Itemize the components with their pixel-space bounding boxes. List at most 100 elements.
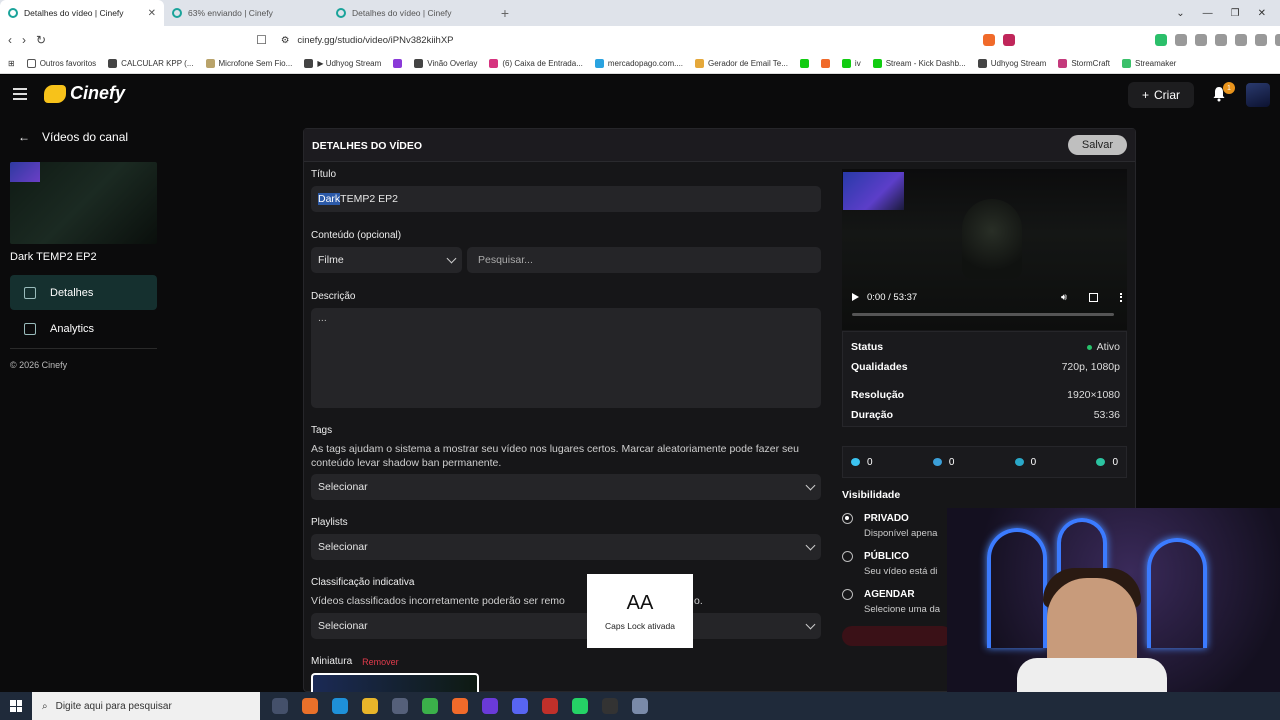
forward-icon[interactable]: › <box>22 33 26 47</box>
restore-icon[interactable]: ❐ <box>1231 8 1240 19</box>
content-type-select[interactable]: Filme <box>311 247 462 273</box>
volume-icon[interactable]: 🔊︎ <box>1061 292 1067 303</box>
radio-schedule[interactable] <box>842 589 853 600</box>
bookmark-item[interactable]: Vinão Overlay <box>414 59 477 68</box>
brave-icon[interactable] <box>452 698 468 714</box>
back-icon[interactable]: ‹ <box>8 33 12 47</box>
bookmark-item[interactable]: Outros favoritos <box>26 59 96 68</box>
bookmark-item[interactable]: ▶ Udhyog Stream <box>304 59 381 68</box>
file-explorer-icon[interactable] <box>362 698 378 714</box>
description-label: Descrição <box>311 291 356 302</box>
tab-search-icon[interactable]: ⌄ <box>1176 8 1184 19</box>
voicemeeter-icon[interactable] <box>542 698 558 714</box>
browser-tab-active[interactable]: Detalhes do vídeo | Cinefy ✕ <box>0 0 164 26</box>
back-to-channel-videos-link[interactable]: ← Vídeos do canal <box>18 130 128 144</box>
bookmark-item[interactable]: Udhyog Stream <box>977 59 1046 68</box>
ai-icon[interactable] <box>1254 34 1267 46</box>
play-icon[interactable] <box>852 293 859 301</box>
app-icon[interactable] <box>632 698 648 714</box>
site-info-icon[interactable]: ⚙ <box>281 35 290 46</box>
close-window-icon[interactable]: ✕ <box>1258 8 1266 19</box>
wallet-icon[interactable] <box>1234 34 1247 46</box>
player-time: 0:00 / 53:37 <box>867 291 918 303</box>
chevron-down-icon <box>805 480 816 490</box>
description-textarea[interactable]: ... <box>311 308 821 408</box>
rating-select[interactable]: Selecionar <box>311 613 821 639</box>
vegas-icon[interactable] <box>482 698 498 714</box>
reload-icon[interactable]: ↻ <box>36 33 46 47</box>
new-tab-icon[interactable]: + <box>492 0 518 26</box>
resolution-row: Resolução 1920×1080 <box>851 389 1120 401</box>
bookmark-item[interactable]: (6) Caixa de Entrada... <box>489 59 583 68</box>
playlists-select[interactable]: Selecionar <box>311 534 821 560</box>
visibility-private-label[interactable]: PRIVADO <box>864 513 909 524</box>
create-button[interactable]: + Criar <box>1128 82 1194 108</box>
task-view-icon[interactable] <box>272 698 288 714</box>
apps-icon[interactable]: ⊞ <box>8 59 15 68</box>
views-stat: 0 <box>932 457 1015 468</box>
radio-public[interactable] <box>842 551 853 562</box>
bookmark-item[interactable]: CALCULAR KPP (... <box>108 59 194 68</box>
address-bar[interactable]: ⚙ cinefy.gg/studio/video/iPNv382kiihXP <box>277 30 967 50</box>
title-input[interactable]: Dark TEMP2 EP2 <box>311 186 821 212</box>
extension-icon[interactable] <box>1154 34 1167 46</box>
discord-icon[interactable] <box>512 698 528 714</box>
mercadopago-icon <box>594 59 604 68</box>
avatar[interactable] <box>1246 83 1270 107</box>
player-progress-bar[interactable] <box>852 313 1114 316</box>
bookmark-item[interactable]: Streamaker <box>1122 59 1176 68</box>
video-player[interactable]: 0:00 / 53:37 🔊︎ <box>842 169 1127 330</box>
start-button[interactable] <box>0 700 32 712</box>
twitch-icon <box>393 59 403 68</box>
more-options-icon[interactable] <box>1120 292 1122 302</box>
hamburger-menu-icon[interactable] <box>13 88 27 100</box>
delete-button[interactable] <box>842 626 952 646</box>
radio-private[interactable] <box>842 513 853 524</box>
save-button[interactable]: Salvar <box>1068 135 1127 155</box>
bookmark-item[interactable] <box>393 59 403 68</box>
browser-tab[interactable]: 63% enviando | Cinefy <box>164 0 328 26</box>
video-thumbnail <box>10 162 157 244</box>
sidebar-item-analytics[interactable]: Analytics <box>10 311 157 346</box>
content-search-input[interactable]: Pesquisar... <box>467 247 821 273</box>
obs-icon[interactable] <box>602 698 618 714</box>
bookmark-item[interactable]: StormCraft <box>1058 59 1110 68</box>
windows-taskbar: ⌕ Digite aqui para pesquisar <box>0 692 1280 720</box>
bookmark-item[interactable]: Microfone Sem Fio... <box>205 59 292 68</box>
whatsapp-icon[interactable] <box>572 698 588 714</box>
fullscreen-icon[interactable] <box>1089 292 1098 302</box>
sidebar-item-details[interactable]: Detalhes <box>10 275 157 310</box>
url-text: cinefy.gg/studio/video/iPNv382kiihXP <box>297 34 454 46</box>
puzzle-icon[interactable] <box>1174 34 1187 46</box>
visibility-public-label[interactable]: PÚBLICO <box>864 551 909 562</box>
panel-title: DETALHES DO VÍDEO <box>312 140 423 152</box>
remove-thumbnail-link[interactable]: Remover <box>362 657 399 667</box>
taskbar-search[interactable]: ⌕ Digite aqui para pesquisar <box>32 692 260 720</box>
sidebar-icon[interactable] <box>1214 34 1227 46</box>
bookmark-item[interactable] <box>799 59 809 68</box>
app-icon[interactable] <box>392 698 408 714</box>
bookmark-icon[interactable]: ☐ <box>256 33 267 47</box>
bookmark-item[interactable]: iv <box>841 59 861 68</box>
browser-tab[interactable]: Detalhes do vídeo | Cinefy <box>328 0 492 26</box>
bookmark-item[interactable]: mercadopago.com.... <box>594 59 683 68</box>
rewards-icon[interactable] <box>1002 34 1015 46</box>
brave-shield-icon[interactable] <box>982 34 995 46</box>
bookmark-item[interactable] <box>820 59 830 68</box>
vpn-icon[interactable] <box>1274 34 1280 46</box>
edge-icon[interactable] <box>332 698 348 714</box>
download-icon[interactable] <box>1194 34 1207 46</box>
bookmark-item[interactable]: Stream - Kick Dashb... <box>872 59 966 68</box>
cinefy-logo[interactable]: Cinefy <box>44 83 125 104</box>
tags-select[interactable]: Selecionar <box>311 474 821 500</box>
top-navigation: Cinefy + Criar 1 <box>0 75 1280 115</box>
close-tab-icon[interactable]: ✕ <box>148 8 156 19</box>
visibility-public-desc: Seu vídeo está di <box>864 566 938 577</box>
minimize-icon[interactable]: — <box>1203 8 1213 19</box>
visibility-schedule-label[interactable]: AGENDAR <box>864 589 915 600</box>
copilot-icon[interactable] <box>302 698 318 714</box>
bookmark-item[interactable]: Gerador de Email Te... <box>695 59 788 68</box>
thumbnail-preview[interactable] <box>311 673 479 693</box>
chrome-icon[interactable] <box>422 698 438 714</box>
brave-icon <box>820 59 830 68</box>
